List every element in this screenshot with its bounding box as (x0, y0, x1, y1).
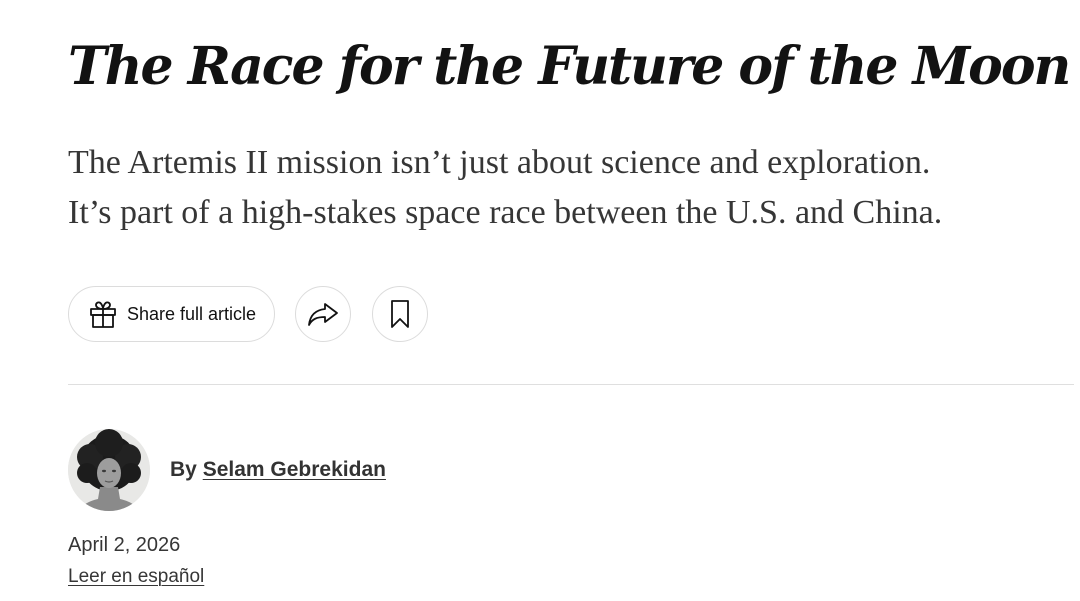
author-link[interactable]: Selam Gebrekidan (203, 458, 386, 481)
byline-text: By Selam Gebrekidan (170, 458, 386, 482)
byline-prefix: By (170, 458, 197, 481)
publish-date: April 2, 2026 (68, 534, 181, 556)
summary-line: It’s part of a high-stakes space race be… (68, 194, 943, 231)
spanish-translation-link[interactable]: Leer en español (68, 566, 204, 588)
headline: The Race for the Future of the Moon (68, 36, 1071, 97)
share-arrow-icon (306, 301, 340, 327)
author-avatar[interactable] (68, 429, 150, 511)
summary: The Artemis II mission isn’t just about … (68, 138, 1068, 238)
share-full-article-button[interactable]: Share full article (68, 286, 276, 342)
byline: By Selam Gebrekidan (68, 428, 386, 512)
divider (68, 384, 1074, 385)
share-full-article-label: Share full article (127, 303, 257, 324)
save-button[interactable] (372, 286, 429, 342)
share-toolbar: Share full article (68, 285, 429, 343)
bookmark-icon (389, 299, 411, 329)
gift-icon (87, 298, 119, 330)
share-button[interactable] (295, 286, 352, 342)
summary-line: The Artemis II mission isn’t just about … (68, 144, 931, 181)
